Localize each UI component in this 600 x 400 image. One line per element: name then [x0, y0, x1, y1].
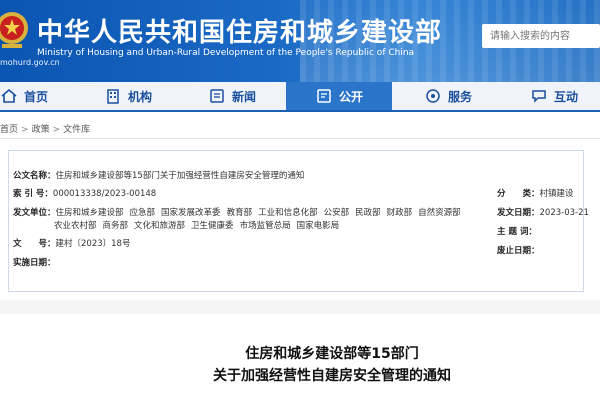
issuer-item: 国家电影局 — [296, 221, 340, 231]
breadcrumb: 首页 > 政策 > 文件库 — [0, 122, 90, 135]
meta-issuer-label: 发文单位： — [13, 208, 56, 218]
breadcrumb-item-library[interactable]: 文件库 — [63, 125, 90, 135]
site-subtitle: Ministry of Housing and Urban-Rural Deve… — [37, 48, 415, 58]
meta-abolish: 废止日期： — [497, 244, 540, 256]
meta-effective: 实施日期： — [13, 256, 56, 268]
search-input[interactable] — [482, 24, 600, 48]
service-icon — [426, 89, 440, 103]
nav-label-service: 服务 — [448, 89, 473, 104]
meta-date-value: 2023-03-21 — [539, 208, 589, 218]
meta-index-value: 000013338/2023-00148 — [52, 189, 157, 199]
meta-index-label: 索 引 号： — [13, 189, 53, 199]
nav-label-organization: 机构 — [128, 89, 153, 104]
issuer-item: 商务部 — [102, 221, 129, 231]
national-emblem-icon — [0, 8, 30, 52]
meta-docno-value: 建村〔2023〕18号 — [55, 239, 131, 249]
issuer-item: 工业和信息化部 — [258, 208, 318, 218]
nav-label-open-gov: 公开 — [338, 89, 363, 104]
site-url[interactable]: mohurd.gov.cn — [0, 58, 60, 67]
issuer-item: 国家发展改革委 — [161, 208, 221, 218]
home-icon — [1, 88, 17, 103]
breadcrumb-separator: > — [21, 125, 29, 135]
nav-item-open-gov[interactable]: 公开 — [286, 82, 392, 110]
nav-label-news: 新闻 — [232, 89, 257, 104]
meta-date-label: 发文日期： — [497, 208, 540, 218]
issuer-item: 财政部 — [386, 208, 413, 218]
meta-category-value: 村镇建设 — [539, 189, 574, 199]
issuer-item: 住房和城乡建设部 — [55, 208, 124, 218]
meta-subject-label: 主 题 词： — [497, 227, 537, 237]
meta-category-label: 分 类： — [497, 189, 540, 199]
issuer-item: 教育部 — [226, 208, 253, 218]
breadcrumb-separator: > — [52, 125, 61, 135]
meta-effective-label: 实施日期： — [13, 258, 56, 268]
meta-doc-name-label: 公文名称： — [13, 171, 56, 181]
meta-date: 发文日期：2023-03-21 — [497, 206, 589, 218]
nav-item-home[interactable]: 首页 — [0, 82, 58, 110]
issuer-item: 公安部 — [323, 208, 350, 218]
meta-docno: 文 号：建村〔2023〕18号 — [13, 237, 130, 249]
issuer-item: 应急部 — [129, 208, 156, 218]
building-icon — [107, 89, 119, 104]
issuer-item: 文化和旅游部 — [134, 221, 186, 231]
issuer-item: 农业农村部 — [54, 221, 97, 231]
header-banner: mohurd.gov.cn 中华人民共和国住房和城乡建设部 Ministry o… — [0, 0, 600, 82]
meta-doc-name-value: 住房和城乡建设部等15部门关于加强经营性自建房安全管理的通知 — [55, 171, 305, 181]
article-title-line1: 住房和城乡建设部等15部门 — [245, 346, 419, 362]
article-title-line2: 关于加强经营性自建房安全管理的通知 — [213, 368, 451, 384]
issuer-item: 市场监管总局 — [239, 221, 291, 231]
meta-issuers-line2: 农业农村部 商务部 文化和旅游部 卫生健康委 市场监管总局 国家电影局 — [54, 219, 345, 231]
nav-label-interaction: 互动 — [554, 89, 579, 104]
meta-index: 索 引 号：000013338/2023-00148 — [13, 187, 156, 199]
breadcrumb-item-policy[interactable]: 政策 — [32, 125, 50, 135]
nav-label-home: 首页 — [24, 89, 49, 104]
site-title[interactable]: 中华人民共和国住房和城乡建设部 — [37, 12, 442, 49]
issuer-item: 自然资源部 — [418, 208, 461, 218]
issuer-item: 民政部 — [355, 208, 381, 218]
nav-item-news[interactable]: 新闻 — [208, 82, 278, 110]
breadcrumb-item-home[interactable]: 首页 — [0, 125, 18, 135]
nav-item-interaction[interactable]: 互动 — [530, 82, 600, 110]
meta-subject: 主 题 词： — [497, 225, 537, 237]
main-nav: 首页 机构 新闻 公开 服务 互动 — [0, 82, 600, 112]
meta-abolish-label: 废止日期： — [497, 246, 540, 256]
nav-item-service[interactable]: 服务 — [424, 82, 494, 110]
news-icon — [210, 89, 224, 103]
section-divider — [0, 300, 600, 314]
meta-docno-label: 文 号： — [13, 239, 56, 249]
breadcrumb-divider — [0, 138, 600, 139]
meta-issuers: 发文单位：住房和城乡建设部 应急部 国家发展改革委 教育部 工业和信息化部 公安部 民政部财… — [13, 206, 467, 218]
issuer-item: 卫生健康委 — [191, 221, 234, 231]
interaction-icon — [532, 90, 546, 103]
nav-item-organization[interactable]: 机构 — [104, 82, 174, 110]
meta-doc-name: 公文名称：住房和城乡建设部等15部门关于加强经营性自建房安全管理的通知 — [13, 169, 304, 181]
document-meta-panel: 公文名称：住房和城乡建设部等15部门关于加强经营性自建房安全管理的通知 索 引 … — [8, 150, 589, 292]
open-gov-icon — [317, 89, 331, 103]
meta-category: 分 类：村镇建设 — [497, 187, 574, 199]
